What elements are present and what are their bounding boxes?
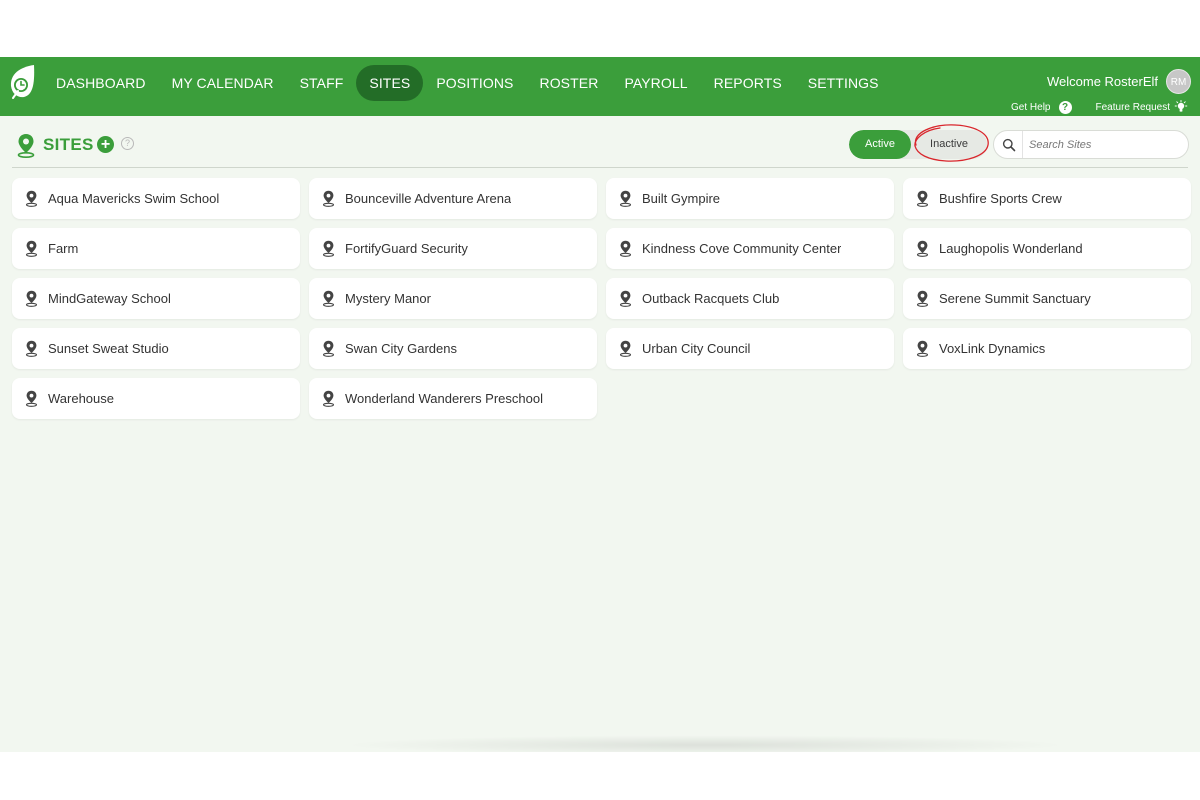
- get-help-link[interactable]: Get Help ?: [1011, 100, 1072, 114]
- header-divider: [12, 167, 1188, 168]
- map-pin-icon: [916, 240, 929, 257]
- map-pin-icon: [322, 240, 335, 257]
- site-card[interactable]: Swan City Gardens: [309, 328, 597, 369]
- map-pin-icon: [619, 290, 632, 307]
- inactive-filter-button[interactable]: Inactive: [911, 130, 987, 159]
- site-name: Laughopolis Wonderland: [939, 241, 1083, 256]
- active-filter-button[interactable]: Active: [849, 130, 911, 159]
- site-card[interactable]: Urban City Council: [606, 328, 894, 369]
- map-pin-icon: [619, 240, 632, 257]
- nav-item-roster[interactable]: ROSTER: [526, 65, 611, 101]
- lightbulb-icon: [1174, 100, 1188, 112]
- add-site-button[interactable]: +: [97, 136, 114, 153]
- site-name: Wonderland Wanderers Preschool: [345, 391, 543, 406]
- site-name: Bushfire Sports Crew: [939, 191, 1062, 206]
- nav-item-dashboard[interactable]: DASHBOARD: [43, 65, 159, 101]
- app-root: DASHBOARD MY CALENDAR STAFF SITES POSITIONS R…: [0, 57, 1200, 752]
- nav-item-payroll[interactable]: PAYROLL: [611, 65, 700, 101]
- nav-item-my-calendar[interactable]: MY CALENDAR: [159, 65, 287, 101]
- nav-item-staff[interactable]: STAFF: [287, 65, 357, 101]
- page-title: SITES: [43, 135, 94, 154]
- status-toggle: Active Inactive: [849, 130, 987, 159]
- nav-item-positions[interactable]: POSITIONS: [423, 65, 526, 101]
- avatar[interactable]: RM: [1166, 69, 1191, 94]
- map-pin-icon: [619, 190, 632, 207]
- map-pin-icon: [916, 290, 929, 307]
- map-pin-icon: [322, 340, 335, 357]
- site-name: FortifyGuard Security: [345, 241, 468, 256]
- feature-request-label: Feature Request: [1095, 101, 1171, 113]
- site-name: Mystery Manor: [345, 291, 431, 306]
- top-navigation-bar: DASHBOARD MY CALENDAR STAFF SITES POSITIONS R…: [0, 57, 1200, 116]
- site-card[interactable]: Serene Summit Sanctuary: [903, 278, 1191, 319]
- map-pin-icon: [25, 390, 38, 407]
- bottom-shadow: [340, 735, 1070, 752]
- site-name: VoxLink Dynamics: [939, 341, 1046, 356]
- site-name: Kindness Cove Community Center: [642, 241, 842, 256]
- page-header: SITES + ? Active Inactive: [0, 116, 1200, 166]
- site-name: Sunset Sweat Studio: [48, 341, 169, 356]
- sites-grid: Aqua Mavericks Swim School Bounceville Ad…: [12, 178, 1191, 419]
- site-card[interactable]: Wonderland Wanderers Preschool: [309, 378, 597, 419]
- site-name: Urban City Council: [642, 341, 751, 356]
- get-help-label: Get Help: [1011, 101, 1051, 113]
- site-card[interactable]: Bounceville Adventure Arena: [309, 178, 597, 219]
- site-card[interactable]: MindGateway School: [12, 278, 300, 319]
- site-card[interactable]: Built Gympire: [606, 178, 894, 219]
- map-pin-icon: [619, 340, 632, 357]
- site-name: Outback Racquets Club: [642, 291, 780, 306]
- leaf-clock-logo[interactable]: [8, 64, 36, 100]
- site-name: Warehouse: [48, 391, 114, 406]
- map-pin-icon: [25, 290, 38, 307]
- welcome-text: Welcome RosterElf: [1046, 74, 1158, 89]
- search-separator: [1022, 131, 1023, 158]
- map-pin-icon: [25, 240, 38, 257]
- site-card[interactable]: VoxLink Dynamics: [903, 328, 1191, 369]
- map-pin-icon: [25, 190, 38, 207]
- site-name: Bounceville Adventure Arena: [345, 191, 512, 206]
- map-pin-icon: [322, 290, 335, 307]
- feature-request-link[interactable]: Feature Request: [1096, 100, 1189, 114]
- nav-item-reports[interactable]: REPORTS: [701, 65, 795, 101]
- map-pin-icon: [25, 340, 38, 357]
- map-pin-icon: [322, 390, 335, 407]
- site-card[interactable]: Sunset Sweat Studio: [12, 328, 300, 369]
- search-box: [993, 130, 1189, 159]
- nav-item-settings[interactable]: SETTINGS: [795, 65, 892, 101]
- main-nav: DASHBOARD MY CALENDAR STAFF SITES POSITIONS R…: [43, 65, 892, 101]
- site-name: Built Gympire: [642, 191, 721, 206]
- site-card[interactable]: Kindness Cove Community Center: [606, 228, 894, 269]
- site-name: Swan City Gardens: [345, 341, 457, 356]
- site-name: Serene Summit Sanctuary: [939, 291, 1091, 306]
- page-help-icon[interactable]: ?: [121, 137, 134, 150]
- map-pin-icon: [916, 190, 929, 207]
- site-card[interactable]: Laughopolis Wonderland: [903, 228, 1191, 269]
- site-card[interactable]: Farm: [12, 228, 300, 269]
- site-card[interactable]: Mystery Manor: [309, 278, 597, 319]
- site-card[interactable]: Aqua Mavericks Swim School: [12, 178, 300, 219]
- help-links: Get Help ? Feature Request: [1011, 100, 1188, 114]
- nav-item-sites[interactable]: SITES: [356, 65, 424, 101]
- site-name: Aqua Mavericks Swim School: [48, 191, 220, 206]
- search-input[interactable]: [1029, 135, 1179, 155]
- map-pin-icon: [322, 190, 335, 207]
- site-card[interactable]: Outback Racquets Club: [606, 278, 894, 319]
- site-name: Farm: [48, 241, 79, 256]
- search-icon: [1002, 138, 1016, 152]
- site-name: MindGateway School: [48, 291, 171, 306]
- question-circle-icon: ?: [1058, 100, 1072, 114]
- site-card[interactable]: FortifyGuard Security: [309, 228, 597, 269]
- map-pin-icon: [17, 134, 35, 158]
- site-card[interactable]: Warehouse: [12, 378, 300, 419]
- map-pin-icon: [916, 340, 929, 357]
- site-card[interactable]: Bushfire Sports Crew: [903, 178, 1191, 219]
